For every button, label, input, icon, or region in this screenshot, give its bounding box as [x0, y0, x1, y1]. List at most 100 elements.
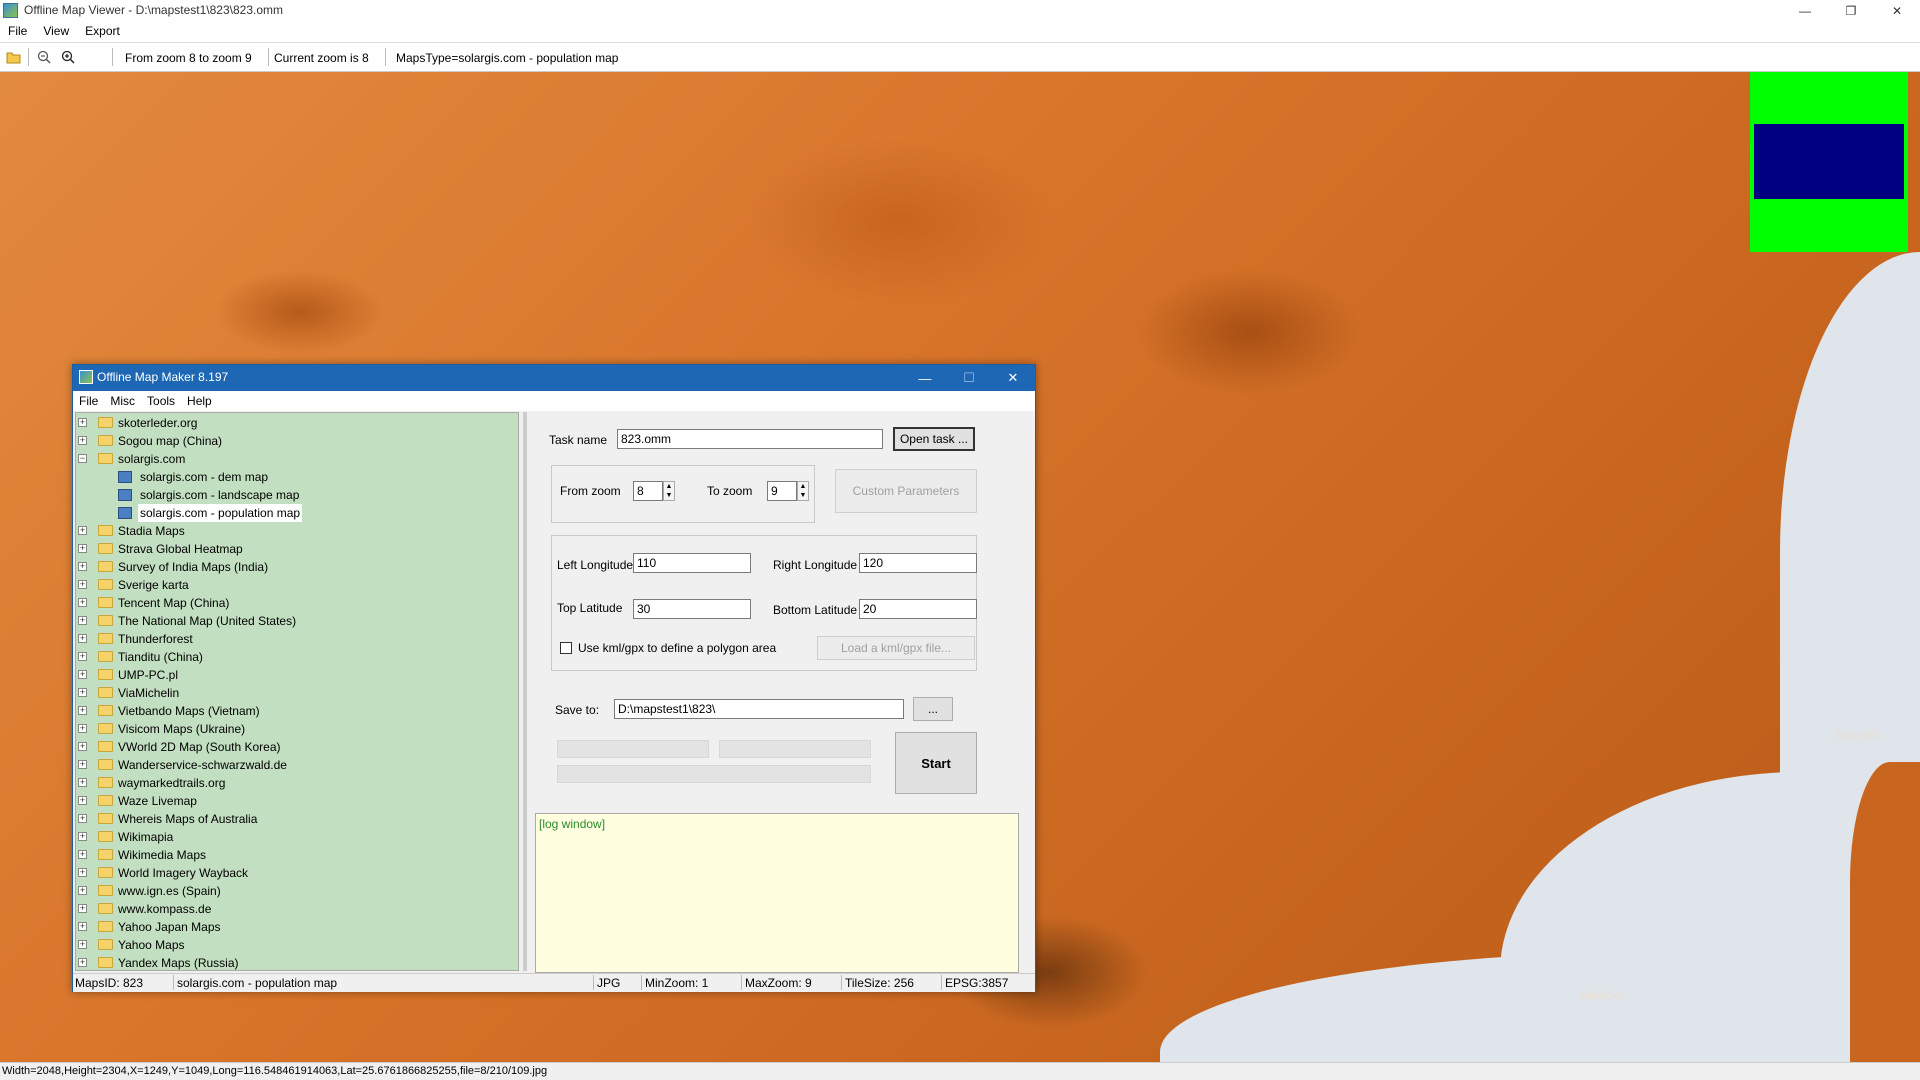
- tree-scrollbar[interactable]: [519, 412, 533, 971]
- tree-item[interactable]: + Strava Global Heatmap: [76, 540, 516, 558]
- tree-item[interactable]: + Thunderforest: [76, 630, 516, 648]
- tree-expander-icon[interactable]: +: [78, 670, 87, 679]
- tree-item[interactable]: + Waze Livemap: [76, 792, 516, 810]
- save-to-input[interactable]: D:\mapstest1\823\: [614, 699, 904, 719]
- log-window[interactable]: [log window]: [535, 813, 1019, 973]
- left-longitude-input[interactable]: 110: [633, 553, 751, 573]
- tree-expander-icon[interactable]: +: [78, 958, 87, 967]
- tree-item[interactable]: + UMP-PC.pl: [76, 666, 516, 684]
- tree-item[interactable]: + World Imagery Wayback: [76, 864, 516, 882]
- tree-item[interactable]: + Wanderservice-schwarzwald.de: [76, 756, 516, 774]
- top-latitude-input[interactable]: 30: [633, 599, 751, 619]
- tree-item[interactable]: + ViaMichelin: [76, 684, 516, 702]
- tree-expander-icon[interactable]: +: [78, 526, 87, 535]
- dialog-menu-tools[interactable]: Tools: [141, 391, 181, 411]
- folder-icon: [98, 651, 113, 662]
- tree-expander-icon[interactable]: +: [78, 760, 87, 769]
- task-name-input[interactable]: 823.omm: [617, 429, 883, 449]
- tree-expander-icon[interactable]: +: [78, 940, 87, 949]
- tree-item[interactable]: + skoterleder.org: [76, 414, 516, 432]
- tree-expander-icon[interactable]: −: [78, 454, 87, 463]
- tree-scroll-thumb[interactable]: [523, 412, 527, 971]
- minimap-viewport[interactable]: [1754, 124, 1904, 199]
- menu-view[interactable]: View: [35, 22, 77, 42]
- dialog-menu-file[interactable]: File: [73, 391, 104, 411]
- tree-item[interactable]: + Survey of India Maps (India): [76, 558, 516, 576]
- tree-item[interactable]: + www.kompass.de: [76, 900, 516, 918]
- tree-expander-icon[interactable]: +: [78, 904, 87, 913]
- menu-file[interactable]: File: [0, 22, 35, 42]
- tree-expander-icon[interactable]: +: [78, 580, 87, 589]
- tree-item[interactable]: + Stadia Maps: [76, 522, 516, 540]
- tree-item[interactable]: + waymarkedtrails.org: [76, 774, 516, 792]
- log-scrollbar[interactable]: [1019, 813, 1033, 973]
- tree-expander-icon[interactable]: +: [78, 598, 87, 607]
- tree-item[interactable]: + The National Map (United States): [76, 612, 516, 630]
- tree-item[interactable]: + Tencent Map (China): [76, 594, 516, 612]
- tree-expander-icon[interactable]: +: [78, 796, 87, 805]
- tree-item[interactable]: + Visicom Maps (Ukraine): [76, 720, 516, 738]
- tree-item[interactable]: + Yandex Maps (Russia): [76, 954, 516, 970]
- tree-item[interactable]: solargis.com - dem map: [76, 468, 516, 486]
- from-zoom-spinner[interactable]: ▲ ▼: [663, 481, 675, 501]
- tree-item[interactable]: + Sverige karta: [76, 576, 516, 594]
- dialog-menu-misc[interactable]: Misc: [104, 391, 141, 411]
- tree-expander-icon[interactable]: +: [78, 418, 87, 427]
- tree-expander-icon[interactable]: +: [78, 706, 87, 715]
- load-kml-button[interactable]: Load a kml/gpx file...: [817, 636, 975, 660]
- overview-minimap[interactable]: [1750, 72, 1908, 252]
- tree-item[interactable]: + Wikimapia: [76, 828, 516, 846]
- tree-expander-icon[interactable]: +: [78, 616, 87, 625]
- bottom-latitude-input[interactable]: 20: [859, 599, 977, 619]
- close-button[interactable]: ✕: [1874, 0, 1920, 22]
- tree-item[interactable]: + www.ign.es (Spain): [76, 882, 516, 900]
- tree-item[interactable]: + Yahoo Japan Maps: [76, 918, 516, 936]
- dialog-maximize-button[interactable]: ☐: [947, 365, 991, 391]
- dialog-close-button[interactable]: ✕: [991, 365, 1035, 391]
- open-task-button[interactable]: Open task ...: [893, 427, 975, 451]
- custom-parameters-button[interactable]: Custom Parameters: [835, 469, 977, 513]
- tree-expander-icon[interactable]: +: [78, 652, 87, 661]
- zoom-out-icon[interactable]: [36, 49, 52, 65]
- maximize-button[interactable]: ❐: [1828, 0, 1874, 22]
- browse-folder-button[interactable]: ...: [913, 697, 953, 721]
- tree-item[interactable]: solargis.com - landscape map: [76, 486, 516, 504]
- dialog-minimize-button[interactable]: —: [903, 365, 947, 391]
- map-source-tree[interactable]: + skoterleder.org + Sogou map (China) − solar…: [75, 412, 519, 971]
- tree-expander-icon[interactable]: +: [78, 436, 87, 445]
- tree-expander-icon[interactable]: +: [78, 778, 87, 787]
- tree-expander-icon[interactable]: +: [78, 868, 87, 877]
- tree-item[interactable]: + VWorld 2D Map (South Korea): [76, 738, 516, 756]
- tree-item[interactable]: + Vietbando Maps (Vietnam): [76, 702, 516, 720]
- tree-item[interactable]: + Sogou map (China): [76, 432, 516, 450]
- tree-expander-icon[interactable]: +: [78, 832, 87, 841]
- kml-polygon-checkbox[interactable]: [560, 642, 572, 654]
- tree-expander-icon[interactable]: +: [78, 724, 87, 733]
- dialog-menu-help[interactable]: Help: [181, 391, 218, 411]
- tree-expander-icon[interactable]: +: [78, 688, 87, 697]
- open-folder-icon[interactable]: [6, 49, 22, 65]
- to-zoom-spinner[interactable]: ▲ ▼: [797, 481, 809, 501]
- to-zoom-input[interactable]: 9: [767, 481, 797, 501]
- tree-item[interactable]: solargis.com - population map: [76, 504, 516, 522]
- tree-expander-icon[interactable]: +: [78, 850, 87, 859]
- menu-export[interactable]: Export: [77, 22, 128, 42]
- dialog-titlebar[interactable]: Offline Map Maker 8.197 — ☐ ✕: [73, 365, 1035, 391]
- tree-expander-icon[interactable]: +: [78, 562, 87, 571]
- tree-item[interactable]: − solargis.com: [76, 450, 516, 468]
- from-zoom-input[interactable]: 8: [633, 481, 663, 501]
- tree-expander-icon[interactable]: +: [78, 634, 87, 643]
- tree-expander-icon[interactable]: +: [78, 814, 87, 823]
- tree-item[interactable]: + Tianditu (China): [76, 648, 516, 666]
- start-button[interactable]: Start: [895, 732, 977, 794]
- tree-expander-icon[interactable]: +: [78, 742, 87, 751]
- tree-item[interactable]: + Yahoo Maps: [76, 936, 516, 954]
- tree-item[interactable]: + Wikimedia Maps: [76, 846, 516, 864]
- tree-expander-icon[interactable]: +: [78, 886, 87, 895]
- right-longitude-input[interactable]: 120: [859, 553, 977, 573]
- minimize-button[interactable]: —: [1782, 0, 1828, 22]
- zoom-in-icon[interactable]: [60, 49, 76, 65]
- tree-expander-icon[interactable]: +: [78, 922, 87, 931]
- tree-expander-icon[interactable]: +: [78, 544, 87, 553]
- tree-item[interactable]: + Whereis Maps of Australia: [76, 810, 516, 828]
